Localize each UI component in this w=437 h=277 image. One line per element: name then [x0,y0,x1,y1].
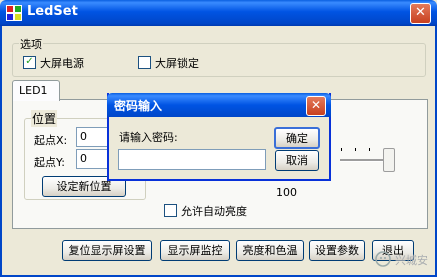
set-params-button[interactable]: 设置参数 [309,240,365,261]
options-legend: 选项 [19,36,43,52]
auto-brightness-checkbox[interactable] [164,204,177,217]
window-close-button[interactable]: ✕ [410,3,431,24]
brightness-slider-thumb[interactable] [383,148,395,172]
watermark-text: 兴城安 [395,254,428,267]
monitor-button[interactable]: 显示屏监控 [160,240,230,261]
watermark-icon [375,251,391,267]
slider-tick [369,148,370,151]
start-y-label: 起点Y: [34,156,65,169]
slider-tick [341,148,342,151]
start-y-value: 0 [80,152,87,165]
password-input[interactable] [118,149,266,170]
lock-checkbox[interactable] [138,56,151,69]
dialog-close-button[interactable]: ✕ [306,96,326,116]
tab-led1-label: LED1 [19,84,48,97]
power-label: 大屏电源 [40,57,84,70]
lock-label: 大屏锁定 [155,57,199,70]
slider-tick [355,148,356,151]
watermark: 兴城安 [375,248,435,270]
start-x-value: 0 [80,130,87,143]
password-prompt: 请输入密码: [119,131,178,144]
power-checkbox[interactable]: ✓ [23,56,36,69]
start-x-label: 起点X: [34,134,68,147]
position-legend: 位置 [31,110,58,127]
auto-brightness-label: 允许自动亮度 [181,205,247,218]
cancel-button[interactable]: 取消 [275,150,319,171]
brightness-value: 100 [276,186,297,199]
password-dialog-title: 密码输入 [114,99,163,113]
brightness-color-button[interactable]: 亮度和色温 [236,240,304,261]
app-icon [6,5,22,21]
window-title: LedSet [27,4,78,19]
reset-display-button[interactable]: 复位显示屏设置 [62,240,152,261]
ok-button[interactable]: 确定 [274,127,320,149]
